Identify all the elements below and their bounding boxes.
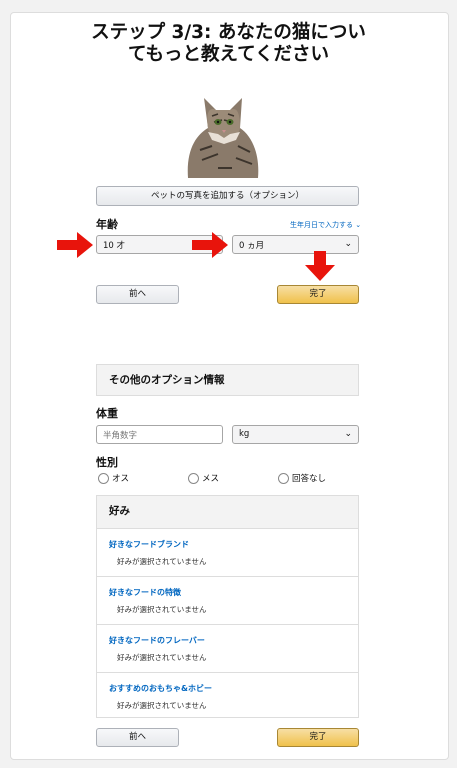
gender-option-label: 回答なし [292, 474, 327, 484]
gender-option-label: メス [202, 474, 220, 484]
chevron-down-icon: ⌄ [344, 239, 352, 249]
birthday-input-link[interactable]: 生年月日で入力する ⌄ [290, 220, 361, 230]
preference-status: 好みが選択されていません [117, 653, 207, 662]
preference-title[interactable]: 好きなフードのフレーバー [109, 635, 205, 646]
preference-status: 好みが選択されていません [117, 605, 207, 614]
preference-item-food-features[interactable]: 好きなフードの特徴 好みが選択されていません [97, 577, 358, 625]
prev-button-bottom[interactable]: 前へ [96, 728, 179, 747]
add-pet-photo-button[interactable]: ペットの写真を追加する（オプション） [96, 186, 359, 206]
preferences-panel: 好み 好きなフードブランド 好みが選択されていません 好きなフードの特徴 好みが… [96, 495, 359, 718]
preference-title[interactable]: 好きなフードブランド [109, 539, 189, 550]
radio-circle-icon [188, 472, 199, 484]
preference-title[interactable]: 好きなフードの特徴 [109, 587, 181, 598]
done-button-bottom[interactable]: 完了 [277, 728, 359, 747]
page-title-line2: てもっと教えてください [127, 44, 330, 65]
gender-radio-male[interactable]: オス [98, 472, 129, 484]
gender-label: 性別 [96, 456, 118, 469]
prev-button[interactable]: 前へ [96, 285, 179, 304]
preference-status: 好みが選択されていません [117, 701, 207, 710]
optional-info-heading: その他のオプション情報 [96, 364, 359, 396]
chevron-down-icon: ⌄ [344, 429, 352, 439]
preference-item-food-flavor[interactable]: 好きなフードのフレーバー 好みが選択されていません [97, 625, 358, 673]
age-months-select[interactable]: 0 ヵ月 ⌄ [232, 235, 359, 254]
weight-unit-select[interactable]: kg ⌄ [232, 425, 359, 444]
radio-circle-icon [278, 472, 289, 484]
gender-option-label: オス [112, 474, 130, 484]
preferences-heading: 好み [97, 496, 358, 529]
gender-radio-none[interactable]: 回答なし [278, 472, 326, 484]
weight-label: 体重 [96, 407, 118, 420]
age-months-value: 0 ヵ月 [239, 241, 265, 251]
gender-radio-female[interactable]: メス [188, 472, 219, 484]
preference-title[interactable]: おすすめのおもちゃ&ホビー [109, 683, 212, 694]
weight-input[interactable] [96, 425, 223, 444]
arrow-right-icon [57, 232, 93, 258]
arrow-down-icon [305, 251, 335, 281]
cat-photo [187, 98, 259, 178]
preference-item-food-brand[interactable]: 好きなフードブランド 好みが選択されていません [97, 529, 358, 577]
done-button[interactable]: 完了 [277, 285, 359, 304]
preference-item-toys[interactable]: おすすめのおもちゃ&ホビー 好みが選択されていません [97, 673, 358, 720]
preference-status: 好みが選択されていません [117, 557, 207, 566]
page-title-line1: ステップ 3/3: あなたの猫につい [91, 22, 366, 43]
radio-circle-icon [98, 472, 109, 484]
weight-unit-value: kg [239, 429, 250, 439]
age-years-value: 10 才 [103, 241, 126, 251]
arrow-right-icon [192, 232, 228, 258]
page-title: ステップ 3/3: あなたの猫につい てもっと教えてください [0, 22, 457, 66]
age-label: 年齢 [96, 218, 118, 231]
